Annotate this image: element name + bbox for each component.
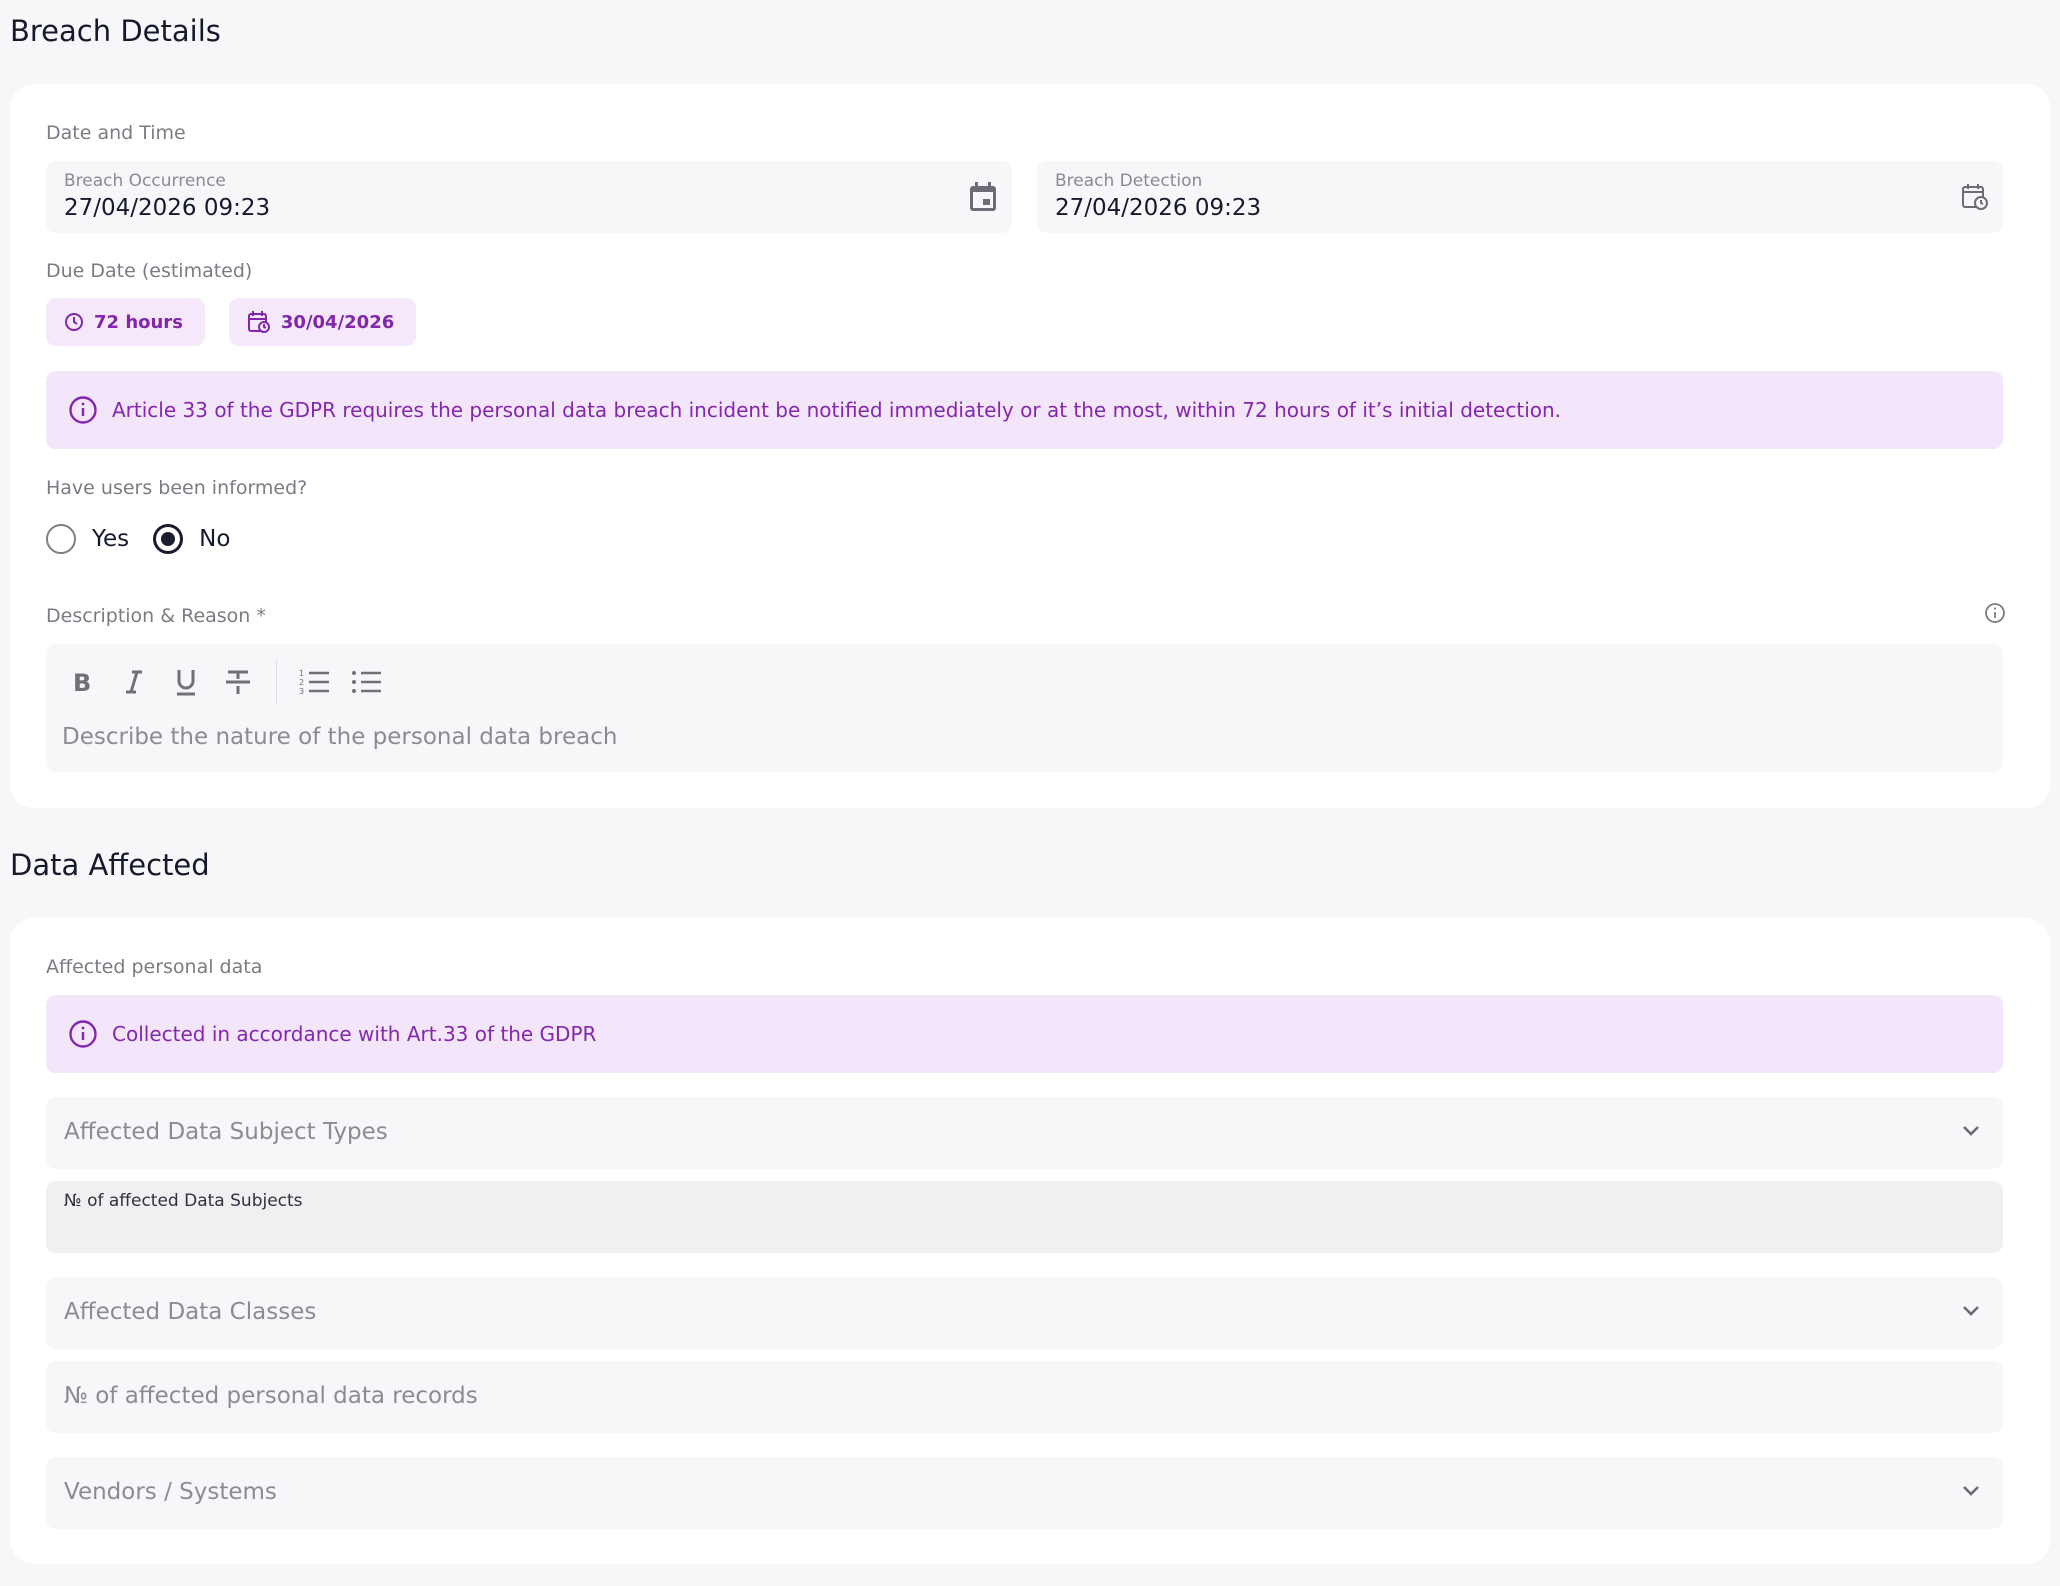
subject-types-placeholder: Affected Data Subject Types	[64, 1119, 388, 1145]
calendar-icon[interactable]	[968, 181, 998, 217]
informed-yes-radio[interactable]	[46, 524, 76, 554]
chevron-down-icon[interactable]	[1961, 1483, 1981, 1502]
editor-toolbar: B 123	[62, 660, 387, 704]
subject-types-select[interactable]: Affected Data Subject Types	[46, 1097, 2003, 1169]
bullet-list-icon[interactable]	[347, 662, 387, 702]
num-subjects-label: № of affected Data Subjects	[64, 1191, 303, 1211]
informed-no-label[interactable]: No	[199, 526, 230, 552]
info-icon	[69, 1020, 97, 1048]
breach-detection-value: 27/04/2026 09:23	[1055, 195, 1262, 221]
description-placeholder: Describe the nature of the personal data…	[62, 724, 618, 750]
informed-question: Have users been informed?	[46, 477, 308, 499]
art33-notice-text: Collected in accordance with Art.33 of t…	[112, 1022, 597, 1046]
svg-text:B: B	[73, 669, 91, 695]
breach-details-card: Date and Time Breach Occurrence 27/04/20…	[10, 84, 2050, 808]
info-icon[interactable]	[1984, 602, 2006, 628]
art33-notice: Collected in accordance with Art.33 of t…	[46, 995, 2003, 1073]
description-editor[interactable]: B 123 Describe the nature of the persona…	[46, 644, 2003, 772]
toolbar-divider	[276, 660, 277, 704]
due-date-label: Due Date (estimated)	[46, 260, 253, 282]
breach-occurrence-label: Breach Occurrence	[64, 171, 226, 191]
data-classes-placeholder: Affected Data Classes	[64, 1299, 317, 1325]
due-hours-text: 72 hours	[94, 311, 183, 333]
vendors-placeholder: Vendors / Systems	[64, 1479, 277, 1505]
chevron-down-icon[interactable]	[1961, 1123, 1981, 1142]
calendar-clock-icon[interactable]	[1961, 183, 1989, 215]
due-date-text: 30/04/2026	[280, 311, 395, 333]
num-records-input[interactable]: № of affected personal data records	[46, 1361, 2003, 1433]
gdpr-notice-text: Article 33 of the GDPR requires the pers…	[112, 398, 1562, 422]
breach-details-title: Breach Details	[10, 14, 221, 48]
svg-text:2: 2	[299, 678, 304, 687]
italic-icon[interactable]	[114, 662, 154, 702]
data-affected-title: Data Affected	[10, 848, 210, 882]
data-classes-select[interactable]: Affected Data Classes	[46, 1277, 2003, 1349]
bold-icon[interactable]: B	[62, 662, 102, 702]
num-subjects-field[interactable]: № of affected Data Subjects	[46, 1181, 2003, 1253]
date-time-label: Date and Time	[46, 122, 186, 144]
data-affected-card: Affected personal data Collected in acco…	[10, 918, 2050, 1564]
info-icon	[69, 396, 97, 424]
clock-icon	[65, 313, 83, 331]
breach-occurrence-value: 27/04/2026 09:23	[64, 195, 271, 221]
vendors-select[interactable]: Vendors / Systems	[46, 1457, 2003, 1529]
gdpr-notice: Article 33 of the GDPR requires the pers…	[46, 371, 2003, 449]
due-date-chip: 30/04/2026	[228, 298, 417, 346]
breach-occurrence-field[interactable]: Breach Occurrence 27/04/2026 09:23	[46, 161, 1012, 233]
num-records-placeholder: № of affected personal data records	[64, 1383, 478, 1409]
calendar-clock-icon	[247, 311, 270, 333]
informed-yes-label[interactable]: Yes	[92, 526, 129, 552]
svg-text:3: 3	[299, 687, 304, 696]
informed-no-radio[interactable]	[153, 524, 184, 554]
breach-detection-label: Breach Detection	[1055, 171, 1203, 191]
description-label: Description & Reason *	[46, 605, 266, 627]
chevron-down-icon[interactable]	[1961, 1303, 1981, 1322]
affected-personal-data-label: Affected personal data	[46, 956, 263, 978]
due-hours-chip: 72 hours	[46, 298, 205, 346]
ordered-list-icon[interactable]: 123	[295, 662, 335, 702]
strikethrough-icon[interactable]	[218, 662, 258, 702]
breach-detection-field[interactable]: Breach Detection 27/04/2026 09:23	[1037, 161, 2003, 233]
underline-icon[interactable]	[166, 662, 206, 702]
svg-text:1: 1	[299, 669, 304, 678]
